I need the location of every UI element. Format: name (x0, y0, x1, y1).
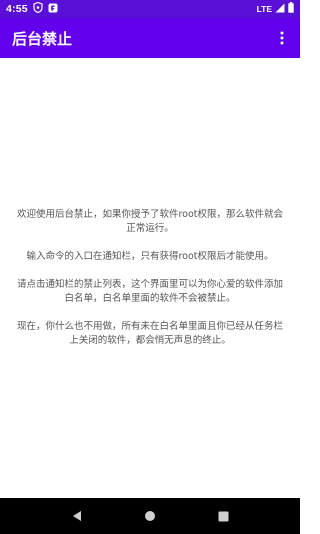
main-content: 欢迎使用后台禁止，如果你授予了软件root权限，那么软件就会正常运行。 输入命令… (0, 58, 300, 498)
status-bar: 4:55 LTE (0, 0, 300, 18)
battery-icon (288, 2, 294, 16)
command-entry-paragraph: 输入命令的入口在通知栏，只有获得root权限后才能使用。 (26, 251, 274, 262)
back-icon[interactable] (65, 504, 89, 528)
status-time: 4:55 (6, 3, 28, 15)
signal-icon (275, 3, 285, 16)
status-left: 4:55 (6, 1, 58, 16)
app-notification-icon (48, 3, 58, 16)
shield-icon (33, 1, 43, 16)
termination-paragraph: 现在，你什么也不用做，所有未在白名单里面且你已经从任务栏上关闭的软件，都会悄无声… (16, 321, 283, 346)
whitelist-paragraph: 请点击通知栏的禁止列表，这个界面里可以为你心爱的软件添加白名单，白名单里面的软件… (16, 279, 283, 304)
status-right: LTE (257, 2, 294, 16)
app-title: 后台禁止 (12, 29, 73, 48)
navigation-bar (0, 498, 300, 534)
welcome-paragraph: 欢迎使用后台禁止，如果你授予了软件root权限，那么软件就会正常运行。 (16, 209, 284, 234)
more-vert-icon[interactable] (274, 26, 290, 50)
recents-icon[interactable] (211, 504, 235, 528)
home-icon[interactable] (138, 504, 162, 528)
app-bar: 后台禁止 (0, 18, 300, 58)
network-type: LTE (256, 4, 272, 14)
